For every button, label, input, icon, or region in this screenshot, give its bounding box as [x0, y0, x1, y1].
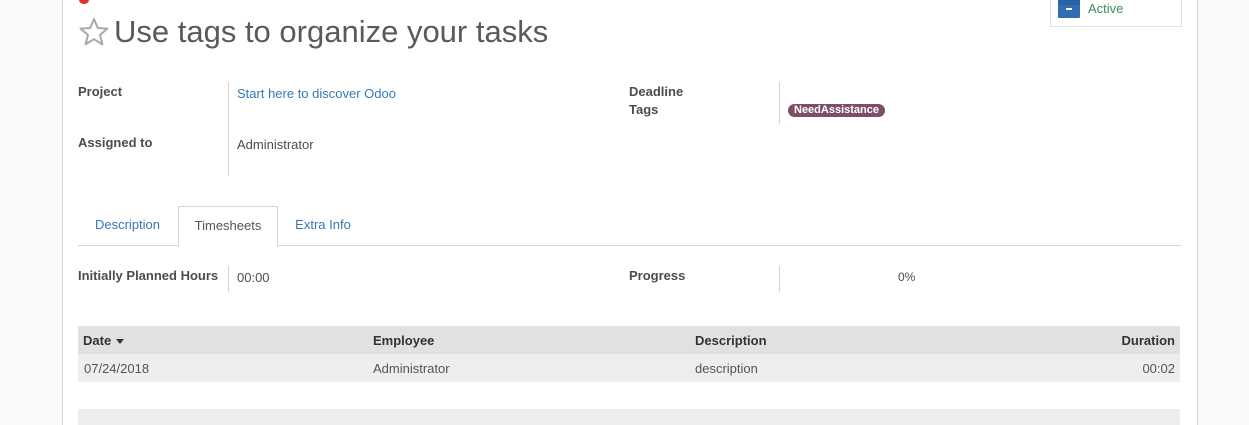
column-header-duration[interactable]: Duration — [1122, 333, 1175, 348]
planned-hours-input[interactable]: 00:00 — [237, 270, 270, 285]
planned-hours-label: Initially Planned Hours — [78, 268, 219, 283]
cell-employee: Administrator — [373, 360, 450, 376]
active-toggle-button[interactable]: Active — [1050, 0, 1182, 27]
assigned-label: Assigned to — [78, 135, 153, 150]
progress-value: 0% — [898, 270, 916, 284]
assigned-value[interactable]: Administrator — [237, 137, 314, 152]
field-divider — [779, 266, 780, 292]
page-title: Use tags to organize your tasks — [114, 14, 549, 49]
notebook-tabs: Description Timesheets Extra Info — [78, 206, 1181, 247]
title-row: Use tags to organize your tasks — [78, 14, 548, 50]
field-divider — [228, 266, 229, 292]
column-header-description[interactable]: Description — [695, 333, 767, 348]
tab-description[interactable]: Description — [78, 206, 177, 246]
tab-timesheets[interactable]: Timesheets — [178, 206, 278, 247]
cell-description: description — [695, 360, 758, 376]
sort-caret-icon — [116, 338, 125, 344]
tag-badge[interactable]: NeedAssistance — [788, 104, 885, 117]
tags-label: Tags — [629, 102, 659, 117]
tab-extra-info[interactable]: Extra Info — [278, 206, 368, 246]
column-header-employee[interactable]: Employee — [373, 333, 434, 348]
column-header-date[interactable]: Date — [83, 333, 125, 348]
deadline-label: Deadline — [629, 84, 684, 99]
table-header: Date Employee Description Duration — [78, 326, 1180, 354]
progress-label: Progress — [629, 268, 686, 283]
field-divider — [779, 82, 780, 124]
star-icon[interactable] — [78, 16, 110, 48]
cell-duration: 00:02 — [1142, 360, 1175, 376]
table-row[interactable]: 07/24/2018 Administrator description 00:… — [78, 354, 1180, 382]
archive-icon — [1058, 0, 1080, 18]
field-divider — [228, 82, 229, 176]
project-label: Project — [78, 84, 123, 99]
project-link[interactable]: Start here to discover Odoo — [237, 86, 396, 101]
timesheet-table: Date Employee Description Duration 07/24… — [78, 326, 1180, 382]
table-footer — [78, 409, 1180, 425]
active-label: Active — [1088, 0, 1124, 16]
cell-date: 07/24/2018 — [84, 360, 150, 376]
